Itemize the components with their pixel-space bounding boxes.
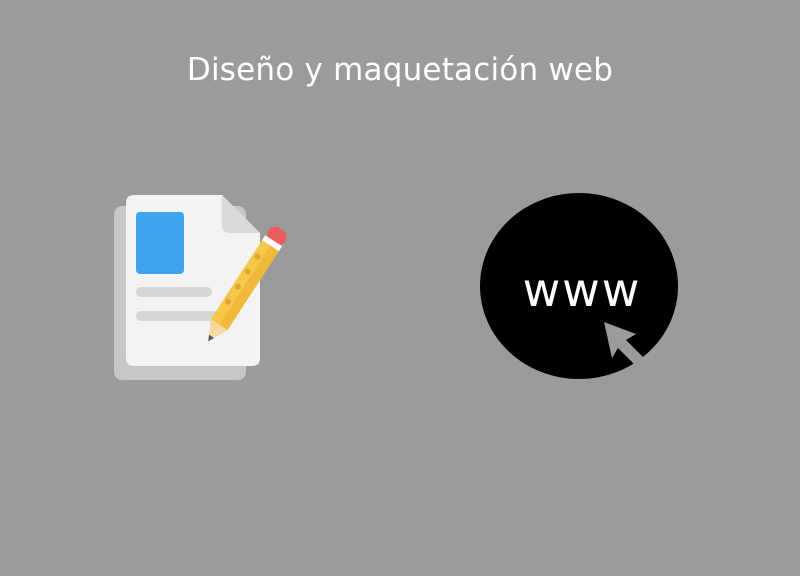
page: Diseño y maquetación web www (0, 0, 800, 576)
document-edit-icon (114, 195, 287, 380)
www-label: www (523, 263, 642, 317)
www-cursor-icon: www (480, 193, 678, 379)
page-title: Diseño y maquetación web (186, 52, 614, 88)
